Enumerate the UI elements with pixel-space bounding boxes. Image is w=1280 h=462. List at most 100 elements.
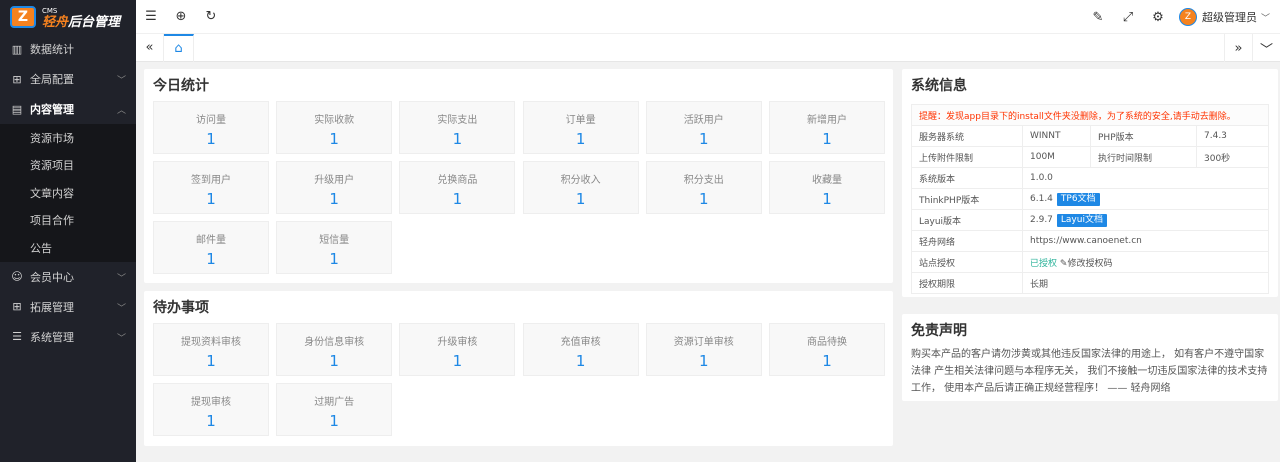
menu-fold-icon[interactable]: ☰ [136, 0, 166, 34]
stat-tile[interactable]: 收藏量 1 [769, 161, 885, 214]
sidebar-item-content[interactable]: ▤ 内容管理 ︿ [0, 94, 136, 124]
stat-label: 过期广告 [314, 397, 355, 408]
stat-value: 1 [329, 250, 339, 268]
stat-tile[interactable]: 短信量 1 [276, 221, 393, 274]
logo-brand: 轻舟 [42, 15, 69, 30]
stat-value: 1 [206, 352, 216, 370]
stat-value: 1 [206, 130, 216, 148]
fullscreen-icon[interactable]: ⤢ [1113, 0, 1143, 34]
sidebar-item-global-config[interactable]: ⊞ 全局配置 ﹀ [0, 64, 136, 94]
username: 超级管理员 [1201, 11, 1257, 24]
sub-item-article[interactable]: 文章内容 [0, 179, 136, 207]
tab-bar: « ⌂ » ﹀ [136, 33, 1280, 62]
tab-home[interactable]: ⌂ [164, 33, 194, 62]
stat-tile[interactable]: 提现资料审核 1 [153, 323, 269, 376]
stat-tile[interactable]: 实际支出 1 [399, 101, 516, 154]
stat-value: 1 [452, 190, 463, 208]
info-label: 授权期限 [911, 272, 1023, 294]
stat-label: 提现审核 [191, 397, 231, 408]
user-menu[interactable]: Z 超级管理员 ﹀ [1173, 8, 1280, 26]
stat-tile[interactable]: 实际收款 1 [276, 101, 393, 154]
stat-value: 1 [329, 352, 339, 370]
stat-label: 活跃用户 [683, 115, 724, 126]
chevron-down-icon: ﹀ [116, 273, 126, 284]
tab-scroll-right-icon[interactable]: » [1224, 34, 1252, 62]
install-warning: 提醒：发现app目录下的install文件夹没删除，为了系统的安全,请手动去删除… [911, 104, 1269, 126]
stat-tile[interactable]: 过期广告 1 [276, 383, 393, 436]
sub-item-resource-market[interactable]: 资源市场 [0, 124, 136, 152]
stat-value: 1 [699, 130, 709, 148]
stat-tile[interactable]: 签到用户 1 [153, 161, 269, 214]
sub-item-resource-project[interactable]: 资源项目 [0, 152, 136, 180]
refresh-icon[interactable]: ↻ [196, 0, 226, 34]
chevron-down-icon: ﹀ [1260, 13, 1270, 24]
system-info-table: 提醒：发现app目录下的install文件夹没删除，为了系统的安全,请手动去删除… [911, 104, 1269, 294]
stat-tile[interactable]: 充值审核 1 [522, 323, 639, 376]
stat-tile[interactable]: 资源订单审核 1 [645, 323, 762, 376]
sub-item-notice[interactable]: 公告 [0, 234, 136, 262]
stat-tile[interactable]: 商品待换 1 [769, 323, 885, 376]
stat-tile[interactable]: 新增用户 1 [769, 101, 885, 154]
document-icon: ▤ [11, 102, 23, 116]
sidebar-item-extend[interactable]: ⊞ 拓展管理 ﹀ [0, 292, 136, 322]
stat-label: 短信量 [319, 235, 350, 246]
stat-tile[interactable]: 兑换商品 1 [399, 161, 516, 214]
theme-icon[interactable]: ✎ [1083, 0, 1113, 34]
info-label: 执行时间限制 [1090, 146, 1197, 168]
grid-icon: ⊞ [12, 72, 22, 86]
edit-auth-code-link[interactable]: 修改授权码 [1067, 259, 1112, 269]
stat-tile[interactable]: 积分支出 1 [645, 161, 762, 214]
info-value: 已授权 ✎修改授权码 [1022, 251, 1269, 273]
info-label: 系统版本 [911, 167, 1023, 189]
info-value: 100M [1022, 146, 1091, 168]
tab-scroll-left-icon[interactable]: « [136, 33, 164, 62]
globe-icon[interactable]: ⊕ [166, 0, 196, 34]
layui-doc-link[interactable]: Layui文档 [1056, 213, 1107, 227]
logo-text: CMS 轻舟后台管理 [42, 5, 120, 29]
sidebar: Z CMS 轻舟后台管理 ▥ 数据统计 ⊞ 全局配置 ﹀ ▤ 内容管理 ︿ 资源市场 资源… [0, 0, 136, 462]
info-label: 站点授权 [911, 251, 1023, 273]
stat-label: 提现资料审核 [181, 337, 241, 348]
gear-icon[interactable]: ⚙ [1143, 0, 1173, 34]
stat-tile[interactable]: 升级用户 1 [276, 161, 393, 214]
stat-tile[interactable]: 积分收入 1 [522, 161, 639, 214]
sidebar-item-stats[interactable]: ▥ 数据统计 [0, 34, 136, 64]
stat-label: 访问量 [196, 115, 226, 126]
sidebar-item-members[interactable]: ☺ 会员中心 ﹀ [0, 262, 136, 292]
tp6-doc-link[interactable]: TP6文档 [1056, 192, 1100, 206]
stat-value: 1 [699, 352, 709, 370]
stat-value: 1 [452, 130, 463, 148]
layui-version: 2.9.7 [1030, 214, 1053, 225]
stat-label: 积分支出 [683, 175, 724, 186]
sidebar-item-label: 会员中心 [30, 270, 74, 284]
stat-tile[interactable]: 升级审核 1 [399, 323, 516, 376]
stat-tile[interactable]: 提现审核 1 [153, 383, 269, 436]
stat-tile[interactable]: 订单量 1 [522, 101, 639, 154]
stat-tile[interactable]: 访问量 1 [153, 101, 269, 154]
sidebar-item-system[interactable]: ☰ 系统管理 ﹀ [0, 322, 136, 352]
tab-menu-icon[interactable]: ﹀ [1252, 34, 1280, 62]
logo[interactable]: Z CMS 轻舟后台管理 [0, 0, 136, 34]
auth-status: 已授权 [1030, 258, 1058, 269]
header-right: ✎ ⤢ ⚙ Z 超级管理员 ﹀ [1083, 0, 1280, 34]
stat-value: 1 [329, 190, 339, 208]
stat-tile[interactable]: 身份信息审核 1 [276, 323, 393, 376]
sub-item-cooperation[interactable]: 项目合作 [0, 207, 136, 235]
stat-value: 1 [575, 352, 586, 370]
logo-badge: Z [10, 6, 36, 28]
stat-tile[interactable]: 邮件量 1 [153, 221, 269, 274]
stat-value: 1 [822, 190, 832, 208]
info-value: 2.9.7 Layui文档 [1022, 209, 1269, 231]
info-value: 300秒 [1196, 146, 1269, 168]
info-label: 轻舟网络 [911, 230, 1023, 252]
sidebar-item-label: 全局配置 [30, 73, 74, 86]
site-url[interactable]: https://www.canoenet.cn [1022, 230, 1269, 252]
sidebar-item-label: 数据统计 [30, 43, 74, 56]
info-value: 7.4.3 [1196, 125, 1269, 147]
stat-label: 升级用户 [314, 175, 355, 186]
stat-tile[interactable]: 活跃用户 1 [645, 101, 762, 154]
todo-card: 待办事项 提现资料审核 1 身份信息审核 1 升级审核 1 充值审核 1 资源订单审核 1 商品待换… [144, 291, 893, 446]
stat-label: 充值审核 [560, 337, 601, 348]
info-value: WINNT [1022, 125, 1091, 147]
chevron-down-icon: ﹀ [116, 303, 126, 314]
